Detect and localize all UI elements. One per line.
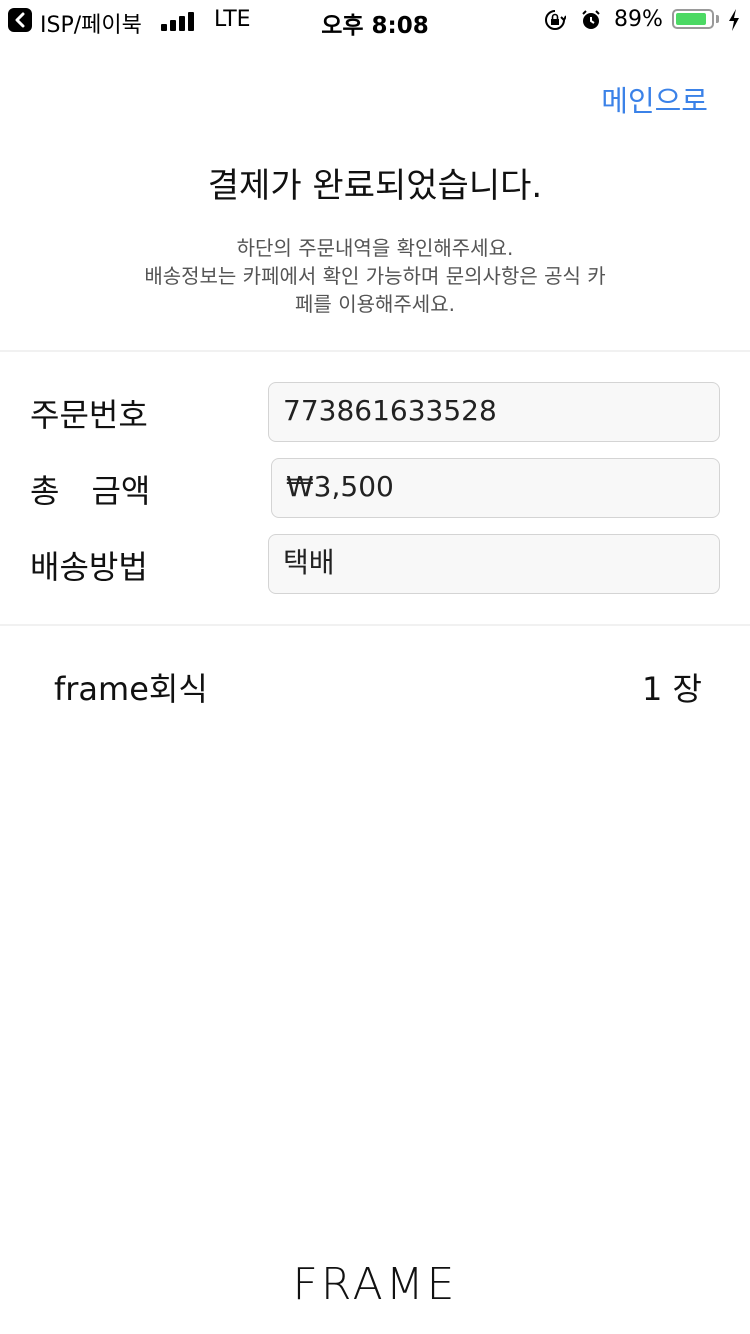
description-line: 페를 이용해주세요. (295, 292, 455, 316)
divider (0, 624, 750, 626)
battery-percent: 89% (614, 7, 663, 32)
battery-icon (672, 9, 714, 29)
shipping-method-label: 배송방법 (30, 548, 148, 586)
order-number-label: 주문번호 (30, 396, 148, 434)
main-page-link[interactable]: 메인으로 (601, 78, 708, 120)
charging-bolt-icon (729, 9, 739, 31)
status-bar: ISP/페이북 LTE 오후 8:08 89% (0, 0, 750, 40)
alarm-icon (582, 10, 600, 29)
total-amount-label: 총 금액 (30, 472, 151, 510)
shipping-method-field: 택배 (268, 534, 720, 594)
footer-logo: FRAME (292, 1259, 458, 1310)
order-number-field: 773861633528 (268, 382, 720, 442)
description-line: 배송정보는 카페에서 확인 가능하며 문의사항은 공식 카 (144, 264, 606, 288)
item-name: frame회식 (54, 670, 208, 708)
page-title: 결제가 완료되었습니다. (207, 166, 543, 206)
rotation-lock-icon (545, 10, 566, 30)
description: 하단의 주문내역을 확인해주세요. 배송정보는 카페에서 확인 가능하며 문의사… (110, 234, 640, 318)
description-line: 하단의 주문내역을 확인해주세요. (236, 236, 514, 260)
item-quantity: 1 장 (642, 670, 702, 708)
divider (0, 350, 750, 352)
battery-tip (716, 15, 719, 23)
battery-fill (676, 13, 706, 25)
total-amount-field: ₩3,500 (271, 458, 720, 518)
